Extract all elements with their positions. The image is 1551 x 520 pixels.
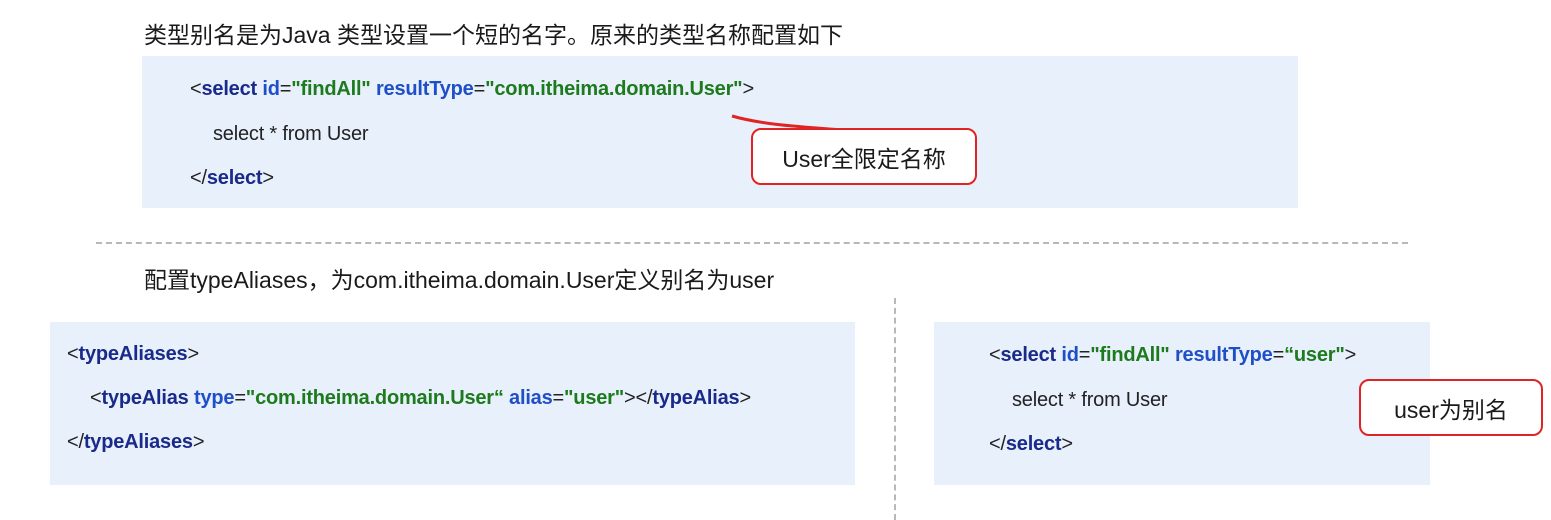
tag-typealias: typeAlias	[101, 387, 189, 409]
attr-type: type	[188, 387, 235, 409]
code-line-sql: select * from User	[1012, 389, 1168, 411]
code-line-select-close: </select>	[989, 433, 1073, 455]
attr-resulttype: resultType	[1169, 344, 1273, 366]
code-line-select-alias-open: <select id="findAll" resultType=“user">	[989, 344, 1357, 366]
config-text: 配置typeAliases，为com.itheima.domain.User定义…	[144, 267, 775, 293]
callout-alias: user为别名	[1359, 379, 1543, 436]
value-alias-user: “user"	[1284, 344, 1345, 366]
alias-config-code-block: <typeAliases> <typeAlias type="com.ithei…	[50, 322, 855, 485]
attr-id: id	[1056, 344, 1079, 366]
code-line-typealias: <typeAlias type="com.itheima.domain.User…	[90, 387, 751, 409]
tag-typealiases: typeAliases	[78, 343, 188, 365]
vertical-divider	[894, 298, 896, 520]
value-findall: "findAll"	[1090, 344, 1170, 366]
attr-alias: alias	[503, 387, 553, 409]
callout-full-name: User全限定名称	[751, 128, 977, 185]
alias-usage-code-block: <select id="findAll" resultType=“user"> …	[934, 322, 1430, 485]
code-line-typealiases-open: <typeAliases>	[67, 343, 199, 365]
tag-select: select	[1000, 344, 1056, 366]
value-alias: "user"	[564, 387, 625, 409]
code-line-typealiases-close: </typeAliases>	[67, 431, 205, 453]
horizontal-divider	[96, 242, 1408, 244]
value-type: "com.itheima.domain.User“	[245, 387, 504, 409]
